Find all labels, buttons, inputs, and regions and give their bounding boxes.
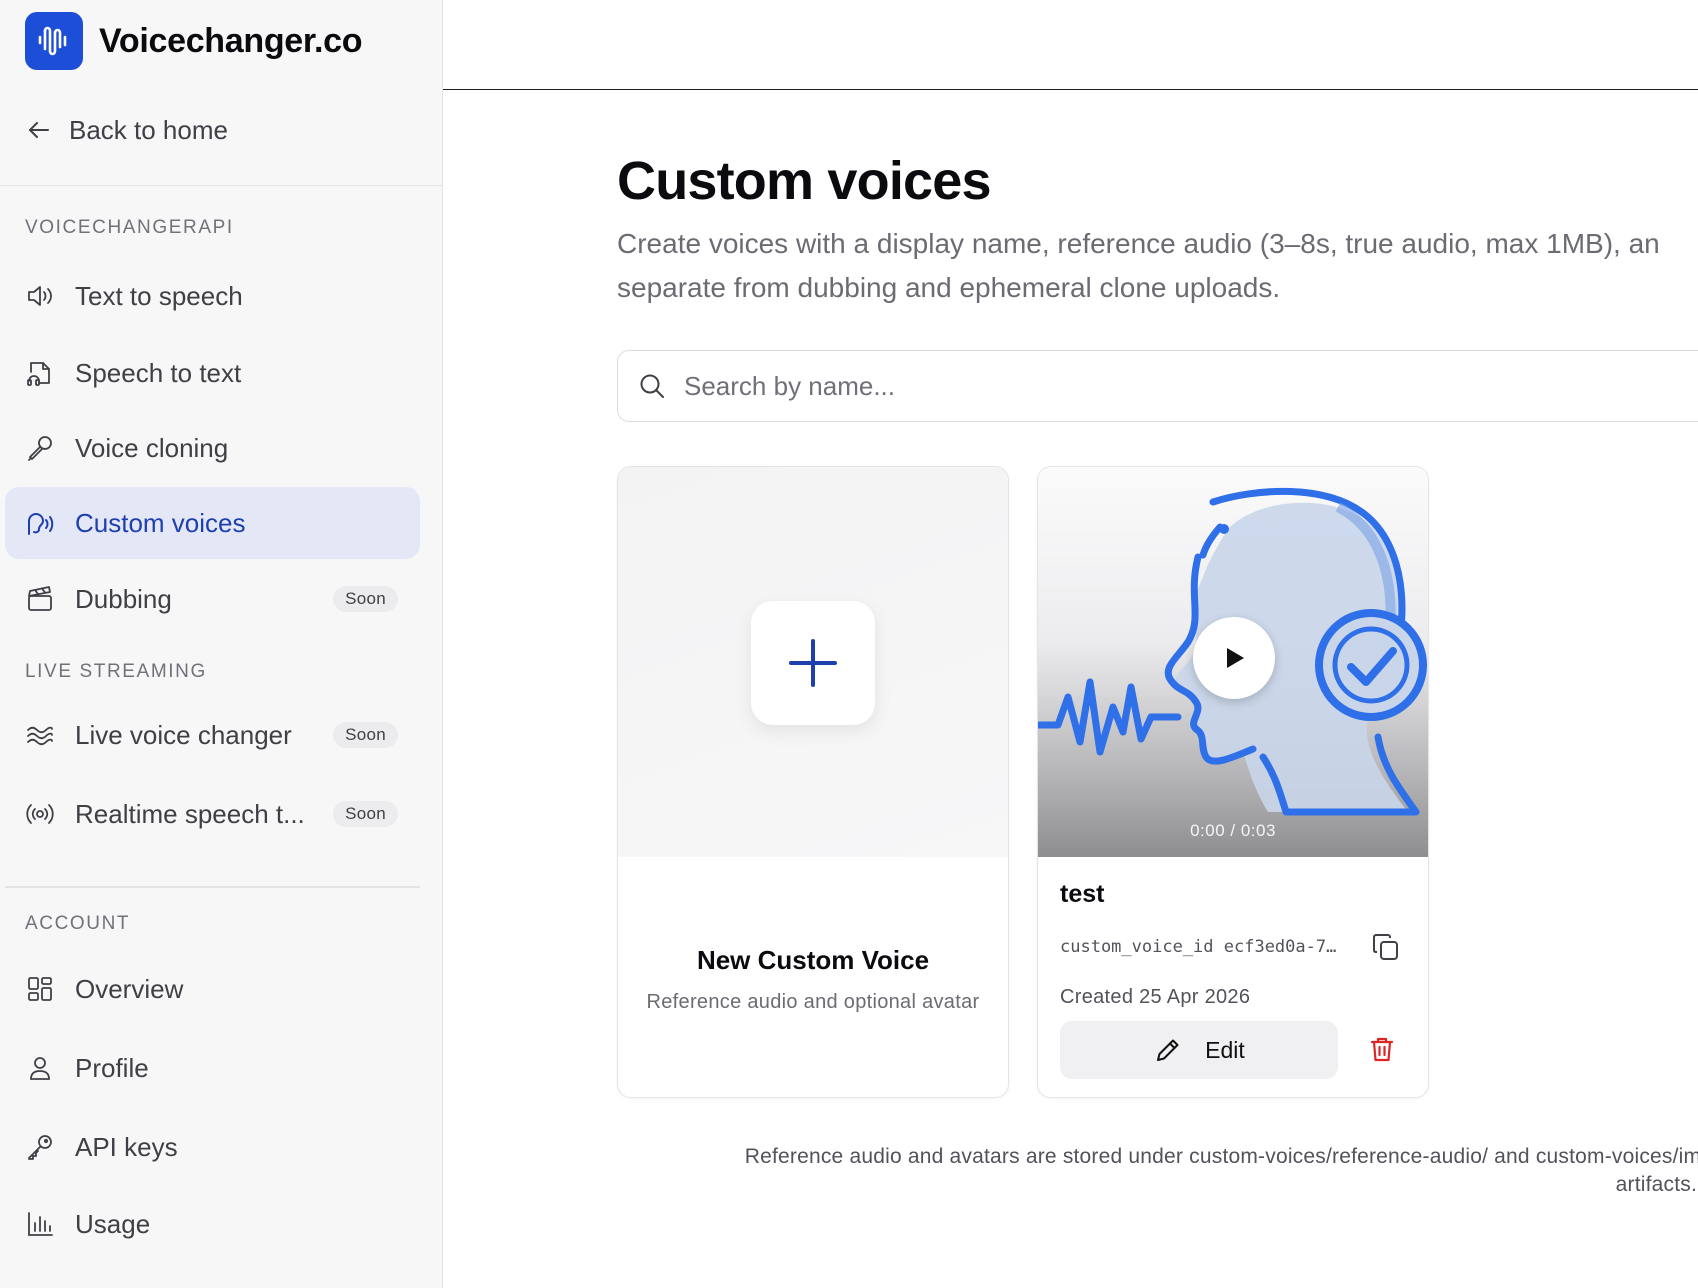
sidebar: Voicechanger.co Back to home VOICECHANGE…	[0, 0, 443, 1288]
divider	[5, 886, 420, 888]
add-voice-button[interactable]	[751, 601, 875, 725]
sidebar-item-profile[interactable]: Profile	[5, 1032, 420, 1104]
section-label-live-streaming: LIVE STREAMING	[25, 661, 207, 682]
voice-avatar: 0:00 / 0:03	[1038, 467, 1428, 857]
description-line-1: Create voices with a display name, refer…	[617, 228, 1660, 259]
created-date: Created 25 Apr 2026	[1060, 986, 1251, 1008]
sidebar-item-label: Text to speech	[75, 280, 243, 311]
pencil-icon	[1157, 1039, 1179, 1061]
sidebar-item-label: Overview	[75, 973, 184, 1004]
plus-icon	[789, 639, 837, 687]
sidebar-item-speech-to-text[interactable]: Speech to text	[5, 337, 420, 409]
description-line-2: separate from dubbing and ephemeral clon…	[617, 272, 1281, 303]
back-label: Back to home	[69, 114, 228, 145]
key-icon	[28, 1135, 52, 1160]
section-label-account: ACCOUNT	[25, 913, 131, 934]
sidebar-item-realtime-speech[interactable]: Realtime speech t... Soon	[5, 778, 420, 850]
search-box[interactable]	[617, 350, 1698, 422]
search-input[interactable]	[684, 370, 1584, 402]
voice-name: test	[1060, 880, 1105, 908]
voice-wave-icon	[28, 513, 54, 535]
new-card-subtitle: Reference audio and optional avatar	[646, 991, 980, 1013]
sidebar-item-label: Usage	[75, 1208, 151, 1239]
sidebar-item-text-to-speech[interactable]: Text to speech	[5, 260, 420, 332]
page-title: Custom voices	[617, 151, 992, 211]
sidebar-item-label: API keys	[75, 1131, 178, 1162]
play-button[interactable]	[1193, 617, 1275, 699]
waves-icon	[27, 726, 53, 746]
audio-time: 0:00 / 0:03	[1190, 821, 1276, 840]
soon-badge: Soon	[333, 722, 398, 748]
edit-button[interactable]: Edit	[1060, 1021, 1338, 1079]
voice-id: custom_voice_id ecf3ed0a-7…	[1060, 937, 1337, 957]
page-description: Create voices with a display name, refer…	[617, 222, 1698, 310]
edit-label: Edit	[1205, 1036, 1245, 1063]
top-bar	[443, 0, 1698, 90]
clapperboard-icon	[28, 586, 52, 611]
footnote: Reference audio and avatars are stored u…	[617, 1143, 1698, 1199]
sidebar-item-label: Voice cloning	[75, 432, 229, 463]
sidebar-item-label: Realtime speech t...	[75, 798, 305, 829]
arrow-left-icon	[29, 122, 49, 138]
brand-name: Voicechanger.co	[99, 21, 363, 60]
back-to-home-link[interactable]: Back to home	[25, 110, 228, 150]
play-icon	[1227, 648, 1244, 668]
dashboard-icon	[28, 977, 52, 1001]
sidebar-item-custom-voices[interactable]: Custom voices	[5, 487, 420, 559]
sidebar-item-label: Speech to text	[75, 357, 242, 388]
search-icon	[640, 374, 664, 398]
sidebar-item-voice-cloning[interactable]: Voice cloning	[5, 412, 420, 484]
divider	[0, 185, 443, 186]
delete-button[interactable]	[1366, 1033, 1398, 1065]
file-audio-icon	[27, 362, 50, 386]
user-icon	[30, 1057, 50, 1080]
brand[interactable]: Voicechanger.co	[25, 12, 363, 70]
new-custom-voice-card[interactable]: New Custom Voice Reference audio and opt…	[617, 466, 1009, 1098]
sidebar-item-label: Dubbing	[75, 583, 172, 614]
section-label-api: VOICECHANGERAPI	[25, 217, 234, 238]
soon-badge: Soon	[333, 801, 398, 827]
sidebar-item-label: Live voice changer	[75, 719, 292, 750]
sidebar-item-overview[interactable]: Overview	[5, 953, 420, 1025]
footnote-line-1: Reference audio and avatars are stored u…	[744, 1145, 1698, 1168]
new-card-title: New Custom Voice	[696, 945, 930, 975]
sidebar-item-usage[interactable]: Usage	[5, 1188, 420, 1260]
copy-icon	[1373, 934, 1398, 960]
sidebar-item-label: Custom voices	[75, 507, 246, 538]
copy-id-button[interactable]	[1370, 931, 1402, 963]
speaker-icon	[28, 286, 52, 306]
soon-badge: Soon	[333, 586, 398, 612]
voice-card: 0:00 / 0:03 test custom_voice_id ecf3ed0…	[1037, 466, 1429, 1098]
footnote-line-2: artifacts.	[1615, 1173, 1697, 1196]
bar-chart-icon	[28, 1212, 53, 1236]
sidebar-item-api-keys[interactable]: API keys	[5, 1111, 420, 1183]
sidebar-item-dubbing[interactable]: Dubbing Soon	[5, 563, 420, 635]
new-card-header	[618, 467, 1008, 857]
trash-icon	[1370, 1037, 1394, 1062]
sidebar-item-live-voice-changer[interactable]: Live voice changer Soon	[5, 699, 420, 771]
broadcast-icon	[26, 804, 54, 824]
microphone-icon	[28, 436, 52, 461]
sidebar-item-label: Profile	[75, 1052, 149, 1083]
logo-waveform-icon	[25, 12, 83, 70]
